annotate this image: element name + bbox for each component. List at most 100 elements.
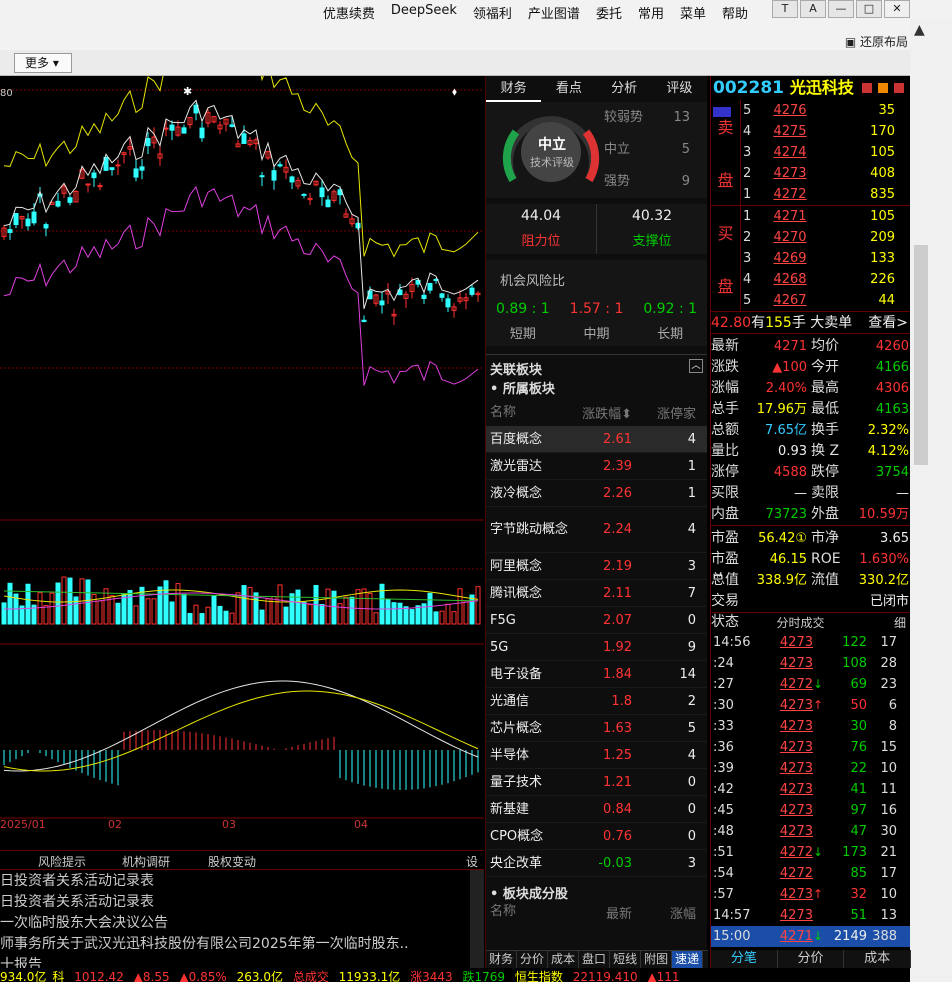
- menu-item-renew[interactable]: 优惠续费: [315, 3, 383, 22]
- view-big-order-link[interactable]: 查看>: [868, 312, 910, 333]
- tab-risk[interactable]: 风险提示: [38, 853, 86, 870]
- table-row[interactable]: 1 4271 105: [741, 206, 910, 227]
- table-row[interactable]: 5 4276 35: [741, 100, 910, 121]
- table-row[interactable]: 4 4268 226: [741, 269, 910, 290]
- scrollbar-thumb[interactable]: [914, 245, 928, 465]
- big-order-bar[interactable]: 42.80 有 155 手 大卖单 查看>: [711, 311, 910, 333]
- resistance-label: 阻力位: [521, 234, 561, 249]
- font-icon[interactable]: A: [800, 0, 826, 18]
- list-item[interactable]: 新基建 0.84 0: [486, 796, 707, 823]
- table-row[interactable]: :24 4273 108 28: [711, 653, 910, 674]
- list-item[interactable]: 半导体 1.25 4: [486, 742, 707, 769]
- news-item[interactable]: 一次临时股东大会决议公告: [0, 912, 470, 933]
- volume-bar: [301, 601, 307, 625]
- tab-finance[interactable]: 财务: [486, 76, 542, 102]
- col-pct[interactable]: 涨跌幅⬍: [570, 403, 632, 422]
- menu-item-menu[interactable]: 菜单: [672, 3, 714, 22]
- collapse-icon[interactable]: ︿: [689, 359, 703, 373]
- list-item[interactable]: 电子设备 1.84 14: [486, 661, 707, 688]
- list-item[interactable]: 激光雷达 2.39 1: [486, 453, 707, 480]
- table-row[interactable]: 5 4267 44: [741, 290, 910, 311]
- table-row[interactable]: 14:56 4273 122 17: [711, 632, 910, 653]
- table-row[interactable]: :48 4273 47 30: [711, 821, 910, 842]
- block-cnt: 1: [687, 485, 696, 501]
- table-row[interactable]: :36 4273 76 15: [711, 737, 910, 758]
- tab-equity[interactable]: 股权变动: [208, 853, 256, 870]
- list-item[interactable]: 芯片概念 1.63 5: [486, 715, 707, 742]
- table-row[interactable]: 3 4274 105: [741, 142, 910, 163]
- scroll-up-icon[interactable]: ▲: [914, 22, 944, 46]
- news-item[interactable]: 师事务所关于武汉光迅科技股份有限公司2025年第一次临时股东..: [0, 933, 470, 954]
- minimize-button[interactable]: —: [828, 0, 854, 18]
- status-value: ▲111: [647, 970, 680, 982]
- table-row[interactable]: :45 4273 97 16: [711, 800, 910, 821]
- maximize-button[interactable]: □: [856, 0, 882, 18]
- table-row[interactable]: :33 4273 30 8: [711, 716, 910, 737]
- kline-chart[interactable]: ✱ ⬧ 80: [0, 31, 484, 846]
- tab-foot-cost[interactable]: 成本: [548, 951, 580, 968]
- table-row[interactable]: 1 4272 835: [741, 184, 910, 205]
- menu-item-order[interactable]: 委托: [588, 3, 630, 22]
- list-item[interactable]: 阿里概念 2.19 3: [486, 553, 707, 580]
- col2-pct[interactable]: 涨幅: [632, 903, 700, 923]
- ticks-title[interactable]: 分时成交: [711, 613, 890, 632]
- tab-foot-sub-chart[interactable]: 附图: [641, 951, 673, 968]
- table-row[interactable]: :30 4273 ↑ 50 6: [711, 695, 910, 716]
- tab-tick[interactable]: 分笔: [711, 950, 778, 968]
- list-item[interactable]: F5G 2.07 0: [486, 607, 707, 634]
- more-button[interactable]: 更多 ▾: [14, 53, 72, 73]
- list-item[interactable]: 央企改革 -0.03 3: [486, 850, 707, 877]
- table-row[interactable]: 4 4275 170: [741, 121, 910, 142]
- table-row[interactable]: :57 4273 ↑ 32 10: [711, 884, 910, 905]
- table-row[interactable]: :27 4272 ↓ 69 23: [711, 674, 910, 695]
- volume-bar: [349, 596, 355, 625]
- kline-chart-svg[interactable]: ✱ ⬧: [0, 31, 484, 846]
- tab-foot-express[interactable]: 速递: [672, 951, 704, 968]
- table-row[interactable]: :51 4272 ↓ 173 21: [711, 842, 910, 863]
- list-item[interactable]: 字节跳动概念 2.24 4: [486, 507, 707, 553]
- tab-foot-short[interactable]: 短线: [610, 951, 642, 968]
- table-row[interactable]: 15:00 4271 ↓ 2149 388: [711, 926, 910, 947]
- news-scrollbar[interactable]: [470, 870, 484, 968]
- tab-cost[interactable]: 成本: [844, 950, 912, 968]
- close-button[interactable]: ✕: [884, 0, 910, 18]
- table-row[interactable]: 14:57 4273 51 13: [711, 905, 910, 926]
- table-row[interactable]: :39 4273 22 10: [711, 758, 910, 779]
- menu-item-deepseek[interactable]: DeepSeek: [383, 3, 465, 22]
- table-row[interactable]: :54 4272 85 17: [711, 863, 910, 884]
- tab-analysis[interactable]: 分析: [597, 76, 652, 102]
- table-row[interactable]: 2 4273 408: [741, 163, 910, 184]
- menu-item-industry-map[interactable]: 产业图谱: [520, 3, 588, 22]
- menu-item-help[interactable]: 帮助: [714, 3, 756, 22]
- text-size-icon[interactable]: T: [772, 0, 798, 18]
- tab-rating[interactable]: 评级: [652, 76, 707, 102]
- tab-foot-price[interactable]: 分价: [517, 951, 549, 968]
- list-item[interactable]: 光通信 1.8 2: [486, 688, 707, 715]
- tab-settings[interactable]: 设: [466, 853, 478, 870]
- menu-item-common[interactable]: 常用: [630, 3, 672, 22]
- list-item[interactable]: 量子技术 1.21 0: [486, 769, 707, 796]
- tab-foot-finance[interactable]: 财务: [486, 951, 518, 968]
- list-item[interactable]: 腾讯概念 2.11 7: [486, 580, 707, 607]
- restore-layout-button[interactable]: ▣ 还原布局: [845, 33, 908, 50]
- ticks-detail-tab[interactable]: 细: [890, 613, 910, 632]
- col2-latest[interactable]: 最新: [570, 903, 632, 923]
- list-item[interactable]: 液冷概念 2.26 1: [486, 480, 707, 507]
- list-item[interactable]: CPO概念 0.76 0: [486, 823, 707, 850]
- news-item[interactable]: 日投资者关系活动记录表: [0, 891, 470, 912]
- col-cnt[interactable]: 涨停家: [632, 403, 700, 422]
- table-row[interactable]: :42 4273 41 11: [711, 779, 910, 800]
- window-scrollbar[interactable]: ▲: [910, 20, 952, 982]
- tab-foot-orderbook[interactable]: 盘口: [579, 951, 611, 968]
- tab-institution[interactable]: 机构调研: [122, 853, 170, 870]
- menu-item-benefits[interactable]: 领福利: [465, 3, 520, 22]
- tab-highlights[interactable]: 看点: [541, 76, 596, 102]
- level: 2: [743, 230, 752, 245]
- news-item[interactable]: 日投资者关系活动记录表: [0, 870, 470, 891]
- table-row[interactable]: 3 4269 133: [741, 248, 910, 269]
- tab-price-dist[interactable]: 分价: [778, 950, 845, 968]
- table-row[interactable]: 2 4270 209: [741, 227, 910, 248]
- list-item[interactable]: 百度概念 2.61 4: [486, 426, 707, 453]
- list-item[interactable]: 5G 1.92 9: [486, 634, 707, 661]
- ticks-list: 14:56 4273 122 17:24 4273 108 28:27 4272 ↓ 69 23:3…: [711, 632, 910, 947]
